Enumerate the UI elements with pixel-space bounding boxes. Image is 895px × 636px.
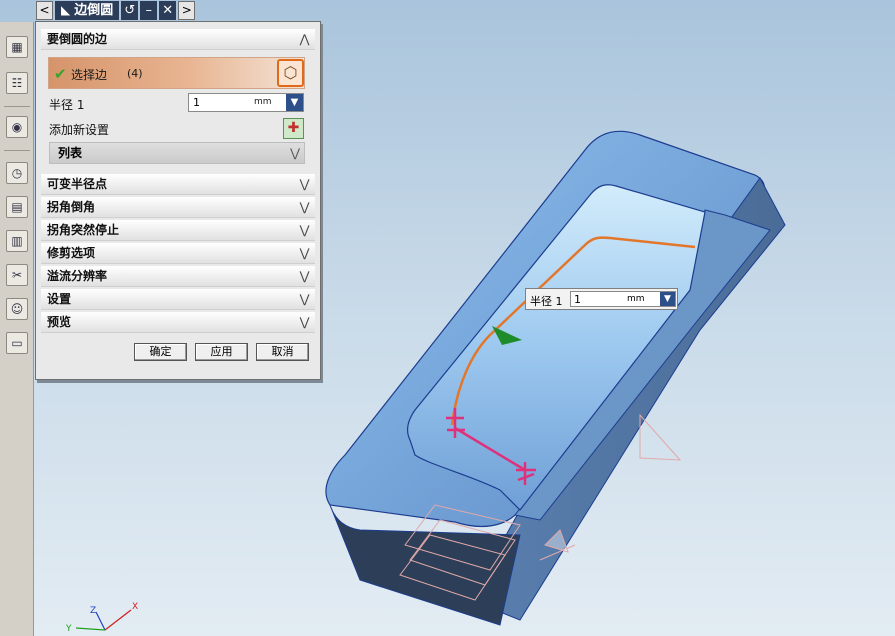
chevron-down-icon[interactable]: ⋁: [294, 174, 315, 195]
radius-input[interactable]: 1 mm ▼: [188, 93, 304, 112]
part-navigator-icon[interactable]: ☷: [6, 72, 28, 94]
dialog-buttons: 确定 应用 取消: [134, 343, 309, 361]
history-icon[interactable]: ◷: [6, 162, 28, 184]
dropdown-arrow-icon[interactable]: ▼: [660, 292, 675, 306]
section-corner-setback[interactable]: 拐角倒角 ⋁: [41, 197, 315, 218]
cancel-button[interactable]: 取消: [256, 343, 309, 361]
list-header[interactable]: 列表 ⋁: [49, 142, 305, 164]
dropdown-arrow-icon[interactable]: ▼: [286, 94, 303, 111]
floating-radius-tag[interactable]: 半径 1 1 mm ▼: [525, 288, 678, 310]
select-edge-row[interactable]: ✔ 选择边 (4): [48, 57, 305, 89]
prev-dialog-button[interactable]: <: [36, 1, 53, 20]
add-set-label: 添加新设置: [49, 123, 110, 137]
chevron-up-icon[interactable]: ⋀: [294, 29, 315, 50]
dialog-title-bar[interactable]: < ◣ 边倒圆 ↺ – ✕ >: [34, 0, 206, 21]
axis-y-label: Y: [65, 624, 72, 634]
radius-label: 半径 1: [49, 98, 85, 112]
chevron-down-icon[interactable]: ⋁: [294, 312, 315, 333]
check-icon: ✔: [54, 65, 67, 83]
section-variable-radius[interactable]: 可变半径点 ⋁: [41, 174, 315, 195]
palette-icon[interactable]: ▥: [6, 230, 28, 252]
chevron-down-icon[interactable]: ⋁: [294, 243, 315, 264]
cube-select-icon[interactable]: ⬡: [277, 59, 304, 87]
next-dialog-button[interactable]: >: [178, 1, 196, 20]
edge-blend-icon: ◣: [61, 3, 71, 17]
chevron-down-icon[interactable]: ⋁: [294, 266, 315, 287]
section-trim[interactable]: 修剪选项 ⋁: [41, 243, 315, 264]
chevron-down-icon[interactable]: ⋁: [294, 289, 315, 310]
axis-x-label: X: [132, 602, 138, 612]
section-corner-stop[interactable]: 拐角突然停止 ⋁: [41, 220, 315, 241]
add-set-button[interactable]: ✚: [283, 118, 304, 139]
process-studio-icon[interactable]: ✂: [6, 264, 28, 286]
select-edge-count: (4): [127, 67, 143, 80]
floating-radius-input[interactable]: 1 mm ▼: [570, 291, 676, 307]
section-edges-header[interactable]: 要倒圆的边 ⋀: [41, 29, 315, 50]
ok-button[interactable]: 确定: [134, 343, 187, 361]
close-button[interactable]: ✕: [159, 1, 177, 20]
section-overflow[interactable]: 溢流分辨率 ⋁: [41, 266, 315, 287]
resource-bar: ▦ ☷ ◉ ◷ ▤ ▥ ✂ ☺ ▭: [0, 22, 34, 636]
chevron-down-icon[interactable]: ⋁: [294, 220, 315, 241]
axis-z-label: Z: [90, 606, 96, 616]
web-browser-icon[interactable]: ◉: [6, 116, 28, 138]
axis-triad: Z X Y: [65, 602, 138, 634]
section-preview[interactable]: 预览 ⋁: [41, 312, 315, 333]
minimize-button[interactable]: –: [140, 1, 158, 20]
reuse-library-icon[interactable]: ▤: [6, 196, 28, 218]
assembly-navigator-icon[interactable]: ▦: [6, 36, 28, 58]
section-settings[interactable]: 设置 ⋁: [41, 289, 315, 310]
system-scenes-icon[interactable]: ▭: [6, 332, 28, 354]
roles-icon[interactable]: ☺: [6, 298, 28, 320]
select-edge-label: 选择边: [71, 68, 108, 82]
dialog-title: ◣ 边倒圆: [55, 1, 120, 20]
chevron-down-icon[interactable]: ⋁: [290, 143, 300, 163]
chevron-down-icon[interactable]: ⋁: [294, 197, 315, 218]
reset-button[interactable]: ↺: [121, 1, 139, 20]
apply-button[interactable]: 应用: [195, 343, 248, 361]
floating-radius-label: 半径 1: [530, 295, 563, 308]
